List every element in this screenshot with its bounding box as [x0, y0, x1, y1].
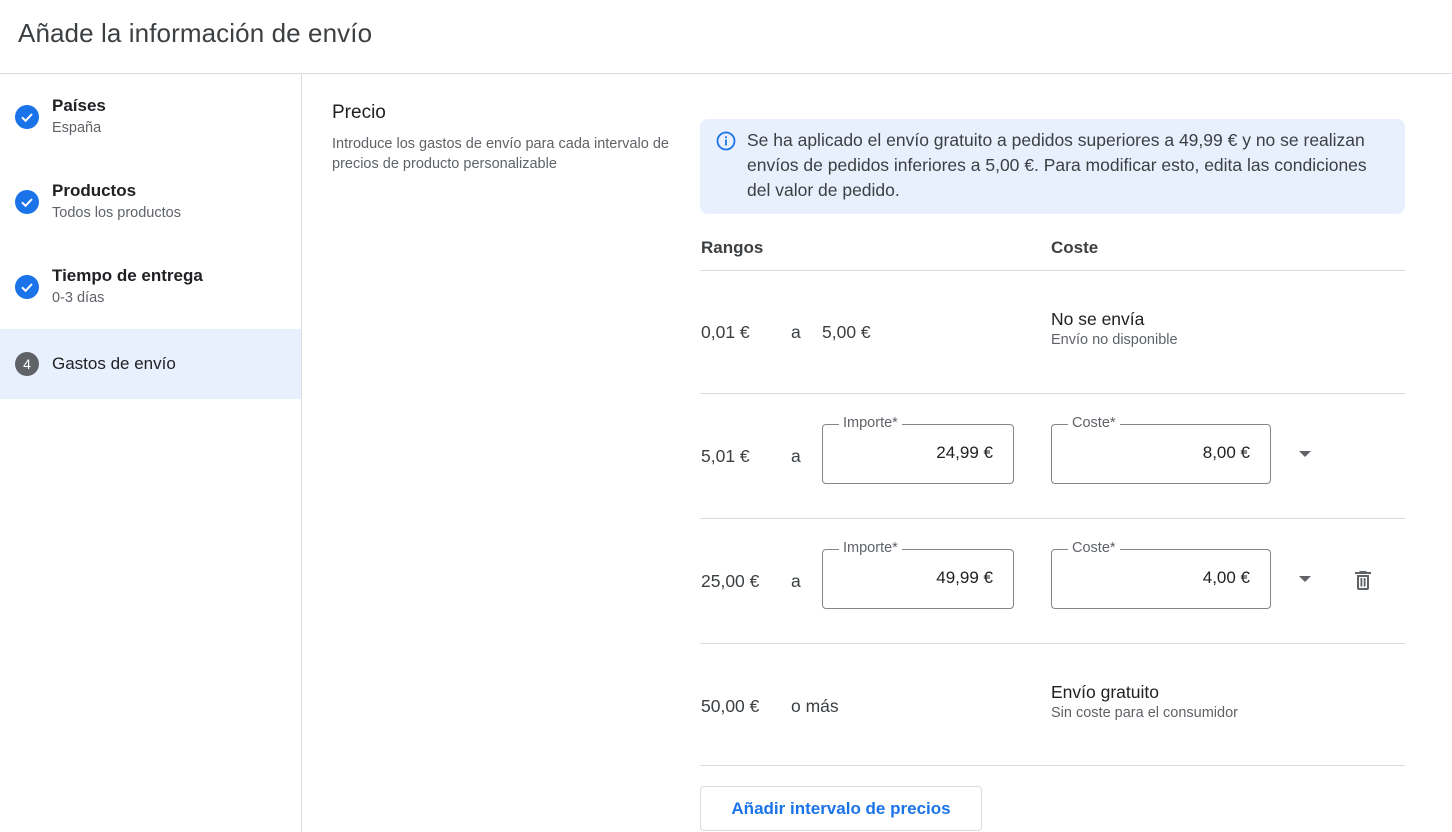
- amount-input[interactable]: Importe* 24,99 €: [822, 415, 1014, 484]
- cost-subtitle: Sin coste para el consumidor: [1051, 705, 1238, 721]
- divider: [700, 270, 1405, 271]
- cost-input-label: Coste*: [1068, 540, 1120, 556]
- cost-input-value[interactable]: 4,00 €: [1203, 568, 1250, 588]
- step-paises[interactable]: Países España: [0, 74, 301, 144]
- amount-input-label: Importe*: [839, 415, 902, 431]
- range-separator: a: [791, 571, 801, 591]
- cost-input-value[interactable]: 8,00 €: [1203, 443, 1250, 463]
- dropdown-arrow-icon[interactable]: [1299, 451, 1311, 457]
- info-icon: [716, 131, 736, 151]
- step-title: Tiempo de entrega: [52, 266, 203, 285]
- step-gastos-de-envio[interactable]: 4 Gastos de envío: [0, 329, 301, 399]
- main-content: Precio Introduce los gastos de envío par…: [302, 74, 1452, 832]
- section-title: Precio: [332, 102, 386, 123]
- range-from: 0,01 €: [701, 322, 750, 342]
- range-from: 50,00 €: [701, 696, 760, 716]
- divider: [700, 643, 1405, 644]
- cost-title: No se envía: [1051, 309, 1145, 329]
- divider: [700, 765, 1405, 766]
- range-from: 5,01 €: [701, 446, 750, 466]
- step-number-badge: 4: [15, 352, 39, 376]
- step-title: Productos: [52, 181, 137, 200]
- check-icon: [15, 105, 39, 129]
- section-description: Introduce los gastos de envío para cada …: [332, 136, 669, 172]
- range-separator: o más: [791, 696, 839, 716]
- cost-title: Envío gratuito: [1051, 682, 1159, 702]
- stepper-sidebar: Países España Productos Todos los produc…: [0, 74, 302, 832]
- step-title: Gastos de envío: [52, 354, 176, 373]
- step-subtitle: Todos los productos: [52, 205, 181, 221]
- amount-input[interactable]: Importe* 49,99 €: [822, 540, 1014, 609]
- cost-input[interactable]: Coste* 8,00 €: [1051, 415, 1271, 484]
- amount-input-label: Importe*: [839, 540, 902, 556]
- column-header-ranges: Rangos: [701, 238, 764, 257]
- step-tiempo-de-entrega[interactable]: Tiempo de entrega 0-3 días: [0, 244, 301, 314]
- divider: [700, 393, 1405, 394]
- info-banner-text: Se ha aplicado el envío gratuito a pedid…: [747, 130, 1367, 200]
- step-subtitle: España: [52, 120, 102, 136]
- cost-input[interactable]: Coste* 4,00 €: [1051, 540, 1271, 609]
- trash-icon[interactable]: [1351, 568, 1375, 592]
- cost-subtitle: Envío no disponible: [1051, 332, 1178, 348]
- divider: [700, 518, 1405, 519]
- check-icon: [15, 190, 39, 214]
- info-banner: Se ha aplicado el envío gratuito a pedid…: [700, 119, 1405, 214]
- add-price-range-button[interactable]: Añadir intervalo de precios: [700, 786, 982, 831]
- amount-input-value[interactable]: 49,99 €: [936, 568, 993, 588]
- range-to: 5,00 €: [822, 322, 871, 342]
- range-separator: a: [791, 446, 801, 466]
- check-icon: [15, 275, 39, 299]
- column-header-cost: Coste: [1051, 238, 1099, 257]
- step-title: Países: [52, 96, 106, 115]
- step-productos[interactable]: Productos Todos los productos: [0, 159, 301, 229]
- dropdown-arrow-icon[interactable]: [1299, 576, 1311, 582]
- range-separator: a: [791, 322, 801, 342]
- page-title: Añade la información de envío: [18, 18, 373, 48]
- cost-input-label: Coste*: [1068, 415, 1120, 431]
- range-from: 25,00 €: [701, 571, 760, 591]
- page-header: Añade la información de envío: [0, 0, 1452, 74]
- step-subtitle: 0-3 días: [52, 290, 105, 306]
- amount-input-value[interactable]: 24,99 €: [936, 443, 993, 463]
